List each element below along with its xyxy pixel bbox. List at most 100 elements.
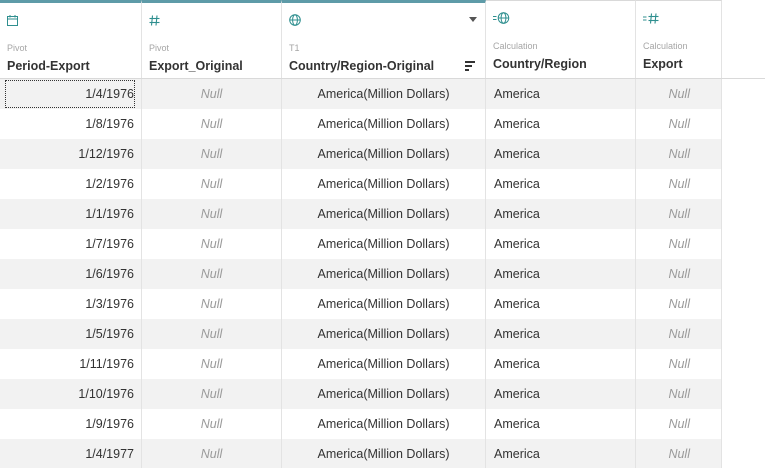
cell-period[interactable]: 1/1/1976 <box>0 199 142 229</box>
cell-country-region-original[interactable]: America(Million Dollars) <box>282 439 486 468</box>
cell-export-original[interactable]: Null <box>142 289 282 319</box>
cell-country-region-original[interactable]: America(Million Dollars) <box>282 139 486 169</box>
column-header-period-export[interactable]: Pivot Period-Export <box>0 0 142 78</box>
cell-export[interactable]: Null <box>636 349 722 379</box>
cell-export[interactable]: Null <box>636 199 722 229</box>
cell-export-original[interactable]: Null <box>142 169 282 199</box>
cell-country-region[interactable]: America <box>486 439 636 468</box>
column-name: Country/Region <box>493 57 587 71</box>
table-row[interactable]: 1/6/1976 Null America(Million Dollars) Amer… <box>0 259 722 289</box>
table-row[interactable]: 1/11/1976 Null America(Million Dollars) Ame… <box>0 349 722 379</box>
cell-export[interactable]: Null <box>636 79 722 109</box>
cell-export-original[interactable]: Null <box>142 439 282 468</box>
calendar-icon <box>7 13 18 27</box>
table-row[interactable]: 1/4/1976 Null America(Million Dollars) Amer… <box>0 79 722 109</box>
cell-export[interactable]: Null <box>636 139 722 169</box>
cell-country-region[interactable]: America <box>486 319 636 349</box>
table-row[interactable]: 1/5/1976 Null America(Million Dollars) Amer… <box>0 319 722 349</box>
cell-export-original[interactable]: Null <box>142 349 282 379</box>
cell-period[interactable]: 1/8/1976 <box>0 109 142 139</box>
table-body: 1/4/1976 Null America(Million Dollars) Amer… <box>0 79 722 468</box>
cell-export[interactable]: Null <box>636 289 722 319</box>
column-name: Export_Original <box>149 59 243 73</box>
cell-period[interactable]: 1/3/1976 <box>0 289 142 319</box>
cell-country-region[interactable]: America <box>486 79 636 109</box>
table-row[interactable]: 1/9/1976 Null America(Million Dollars) Amer… <box>0 409 722 439</box>
cell-country-region-original[interactable]: America(Million Dollars) <box>282 319 486 349</box>
cell-country-region[interactable]: America <box>486 139 636 169</box>
table-row[interactable]: 1/4/1977 Null America(Million Dollars) Amer… <box>0 439 722 468</box>
chevron-down-icon[interactable] <box>469 17 477 22</box>
table-row[interactable]: 1/3/1976 Null America(Million Dollars) Amer… <box>0 289 722 319</box>
cell-country-region-original[interactable]: America(Million Dollars) <box>282 229 486 259</box>
column-header-country-region-original[interactable]: T1 Country/Region-Original <box>282 0 486 78</box>
column-kind-label: Calculation <box>493 41 538 51</box>
cell-country-region-original[interactable]: America(Million Dollars) <box>282 199 486 229</box>
cell-export[interactable]: Null <box>636 229 722 259</box>
number-icon <box>149 13 160 27</box>
cell-export-original[interactable]: Null <box>142 139 282 169</box>
cell-country-region-original[interactable]: America(Million Dollars) <box>282 409 486 439</box>
cell-period[interactable]: 1/2/1976 <box>0 169 142 199</box>
column-name: Country/Region-Original <box>289 59 435 73</box>
cell-export-original[interactable]: Null <box>142 79 282 109</box>
cell-period[interactable]: 1/12/1976 <box>0 139 142 169</box>
cell-export-original[interactable]: Null <box>142 229 282 259</box>
cell-export[interactable]: Null <box>636 439 722 468</box>
column-name: Period-Export <box>7 59 90 73</box>
cell-export[interactable]: Null <box>636 109 722 139</box>
cell-export[interactable]: Null <box>636 259 722 289</box>
cell-country-region-original[interactable]: America(Million Dollars) <box>282 289 486 319</box>
table-row[interactable]: 1/8/1976 Null America(Million Dollars) Amer… <box>0 109 722 139</box>
table-row[interactable]: 1/12/1976 Null America(Million Dollars) Ame… <box>0 139 722 169</box>
column-name: Export <box>643 57 683 71</box>
cell-country-region[interactable]: America <box>486 409 636 439</box>
cell-period[interactable]: 1/9/1976 <box>0 409 142 439</box>
cell-export-original[interactable]: Null <box>142 109 282 139</box>
cell-country-region-original[interactable]: America(Million Dollars) <box>282 169 486 199</box>
cell-export-original[interactable]: Null <box>142 409 282 439</box>
cell-country-region-original[interactable]: America(Million Dollars) <box>282 79 486 109</box>
cell-period[interactable]: 1/10/1976 <box>0 379 142 409</box>
column-kind-label: Calculation <box>643 41 688 51</box>
column-header-country-region[interactable]: Calculation Country/Region <box>486 0 636 78</box>
cell-country-region-original[interactable]: America(Million Dollars) <box>282 259 486 289</box>
cell-period[interactable]: 1/6/1976 <box>0 259 142 289</box>
table-row[interactable]: 1/1/1976 Null America(Million Dollars) Amer… <box>0 199 722 229</box>
cell-country-region-original[interactable]: America(Million Dollars) <box>282 349 486 379</box>
cell-export-original[interactable]: Null <box>142 379 282 409</box>
table-row[interactable]: 1/7/1976 Null America(Million Dollars) Amer… <box>0 229 722 259</box>
cell-export-original[interactable]: Null <box>142 319 282 349</box>
cell-country-region[interactable]: America <box>486 169 636 199</box>
cell-period[interactable]: 1/5/1976 <box>0 319 142 349</box>
cell-export[interactable]: Null <box>636 169 722 199</box>
cell-period[interactable]: 1/7/1976 <box>0 229 142 259</box>
column-header-export-original[interactable]: Pivot Export_Original <box>142 0 282 78</box>
column-header-export[interactable]: Calculation Export <box>636 0 722 78</box>
cell-period[interactable]: 1/4/1977 <box>0 439 142 468</box>
data-grid: Pivot Period-Export Pivot Export_Origina… <box>0 0 765 468</box>
cell-country-region-original[interactable]: America(Million Dollars) <box>282 379 486 409</box>
cell-export[interactable]: Null <box>636 409 722 439</box>
cell-country-region[interactable]: America <box>486 259 636 289</box>
cell-country-region[interactable]: America <box>486 349 636 379</box>
table-row[interactable]: 1/2/1976 Null America(Million Dollars) Amer… <box>0 169 722 199</box>
column-kind-label: Pivot <box>149 43 170 53</box>
cell-export-original[interactable]: Null <box>142 199 282 229</box>
cell-country-region[interactable]: America <box>486 199 636 229</box>
cell-country-region-original[interactable]: America(Million Dollars) <box>282 109 486 139</box>
table-row[interactable]: 1/10/1976 Null America(Million Dollars) Ame… <box>0 379 722 409</box>
cell-country-region[interactable]: America <box>486 289 636 319</box>
cell-country-region[interactable]: America <box>486 379 636 409</box>
cell-period[interactable]: 1/4/1976 <box>0 79 142 109</box>
cell-country-region[interactable]: America <box>486 109 636 139</box>
cell-period[interactable]: 1/11/1976 <box>0 349 142 379</box>
calculated-number-icon <box>643 11 659 25</box>
sort-icon[interactable] <box>465 61 475 71</box>
calculated-globe-icon <box>493 11 510 25</box>
cell-country-region[interactable]: America <box>486 229 636 259</box>
column-header-row: Pivot Period-Export Pivot Export_Origina… <box>0 0 765 79</box>
cell-export[interactable]: Null <box>636 319 722 349</box>
cell-export[interactable]: Null <box>636 379 722 409</box>
cell-export-original[interactable]: Null <box>142 259 282 289</box>
